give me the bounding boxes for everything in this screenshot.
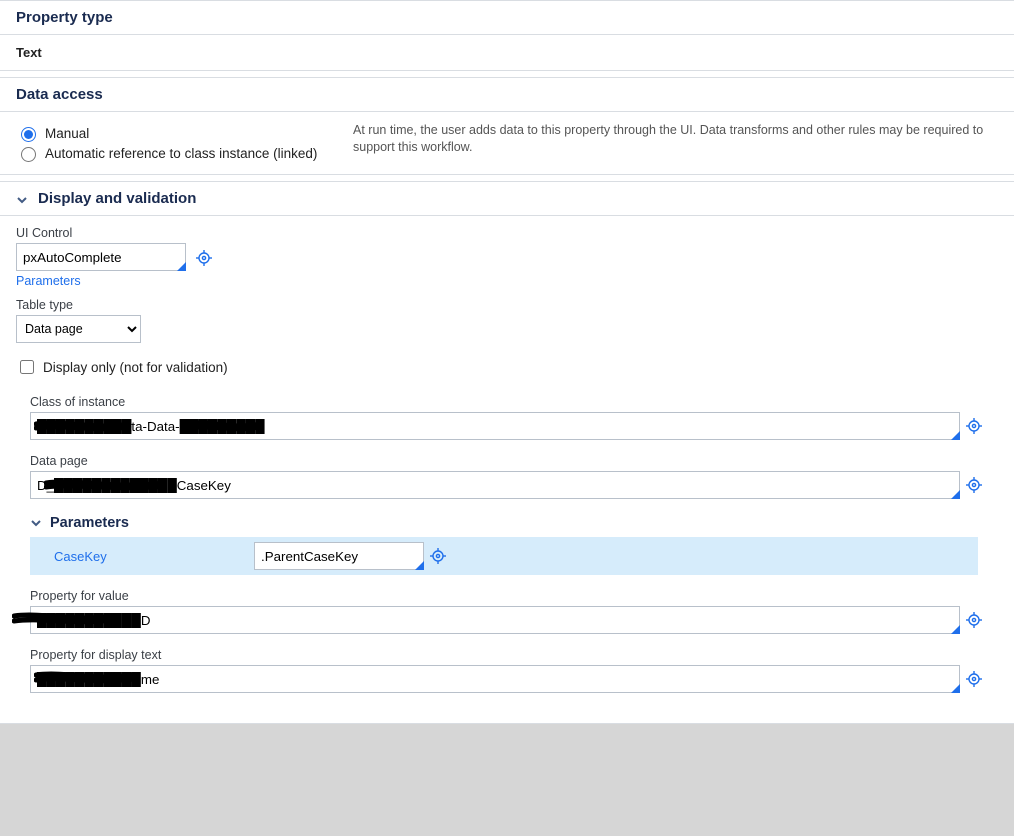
radio-manual-input[interactable] [21,127,36,142]
parameter-name: CaseKey [54,549,254,564]
data-access-radio-manual[interactable]: Manual [16,124,331,142]
ui-control-input[interactable] [16,243,186,271]
data-access-description: At run time, the user adds data to this … [353,122,998,164]
data-access-header: Data access [0,78,1014,112]
property-for-value-input[interactable] [30,606,960,634]
property-type-header: Property type [0,1,1014,35]
class-of-instance-input[interactable] [30,412,960,440]
property-for-value-label: Property for value [30,589,998,603]
crosshair-icon[interactable] [430,548,446,564]
property-type-panel: Property type Text [0,0,1014,71]
class-of-instance-label: Class of instance [30,395,998,409]
data-page-input[interactable] [30,471,960,499]
chevron-down-icon[interactable] [30,517,42,529]
parameter-row: CaseKey [30,537,978,575]
data-access-title: Data access [16,86,103,103]
ui-control-label: UI Control [16,226,998,240]
crosshair-icon[interactable] [966,418,982,434]
property-for-display-input[interactable] [30,665,960,693]
parameters-link[interactable]: Parameters [16,274,81,288]
crosshair-icon[interactable] [966,477,982,493]
table-type-select[interactable]: Data page [16,315,141,343]
data-access-radio-linked[interactable]: Automatic reference to class instance (l… [16,144,331,162]
crosshair-icon[interactable] [966,612,982,628]
radio-manual-label: Manual [45,126,89,141]
property-type-title: Property type [16,9,113,26]
radio-linked-input[interactable] [21,147,36,162]
chevron-down-icon[interactable] [16,193,28,205]
data-access-panel: Data access Manual Automatic reference t… [0,77,1014,175]
display-validation-header[interactable]: Display and validation [0,182,1014,216]
parameters-subtitle: Parameters [50,515,129,531]
display-validation-title: Display and validation [38,190,196,207]
crosshair-icon[interactable] [966,671,982,687]
property-for-display-label: Property for display text [30,648,998,662]
parameters-subheader[interactable]: Parameters [30,515,998,531]
display-only-checkbox[interactable] [20,360,34,374]
table-type-label: Table type [16,298,998,312]
radio-linked-label: Automatic reference to class instance (l… [45,146,317,161]
display-only-label: Display only (not for validation) [43,360,228,375]
parameter-value-input[interactable] [254,542,424,570]
display-only-checkbox-row[interactable]: Display only (not for validation) [16,357,998,377]
property-type-value: Text [16,45,42,60]
crosshair-icon[interactable] [196,250,212,266]
data-page-label: Data page [30,454,998,468]
display-validation-panel: Display and validation UI Control Parame… [0,181,1014,724]
